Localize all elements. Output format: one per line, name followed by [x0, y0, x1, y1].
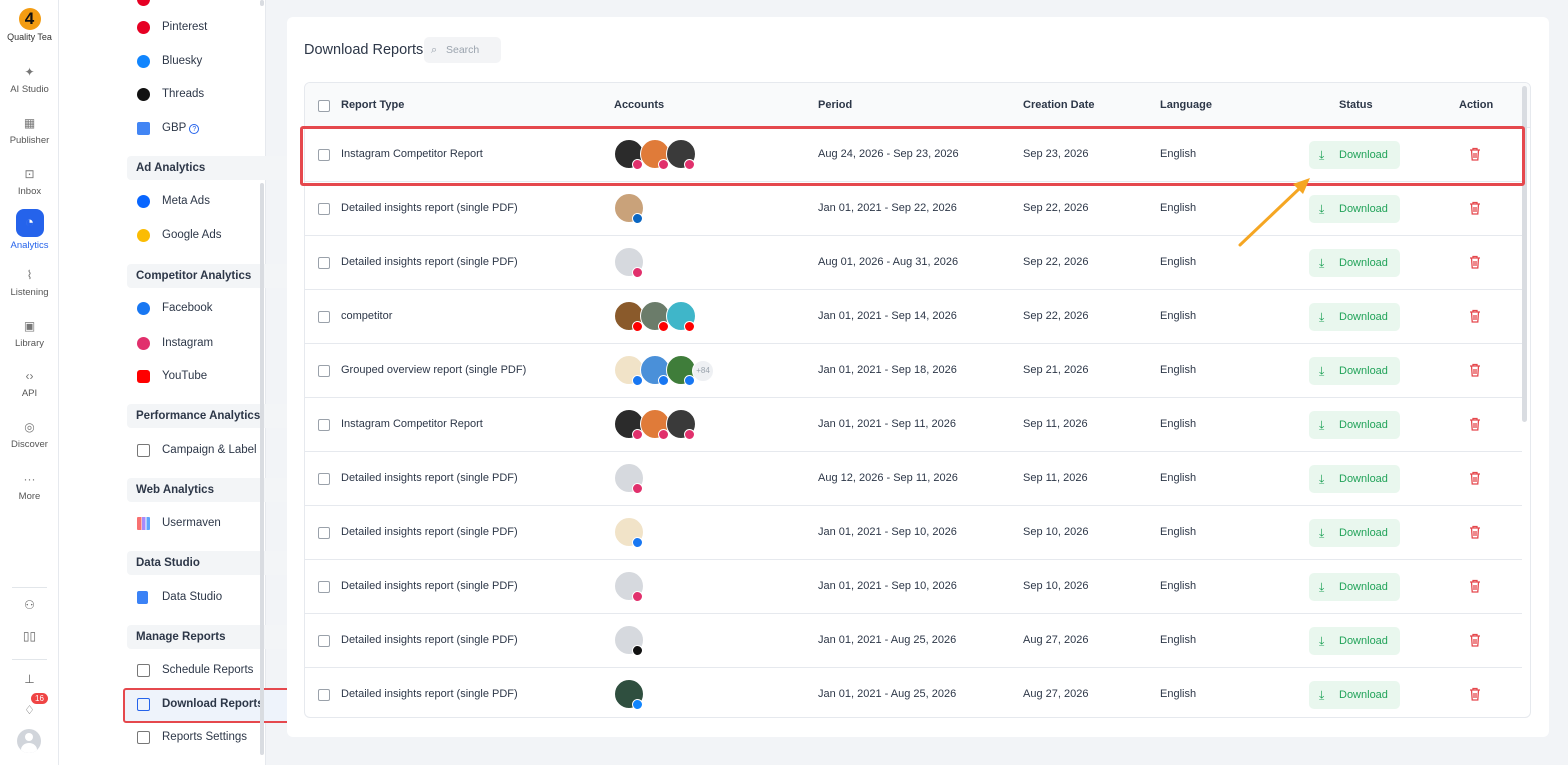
annotation-arrow [1238, 178, 1310, 247]
